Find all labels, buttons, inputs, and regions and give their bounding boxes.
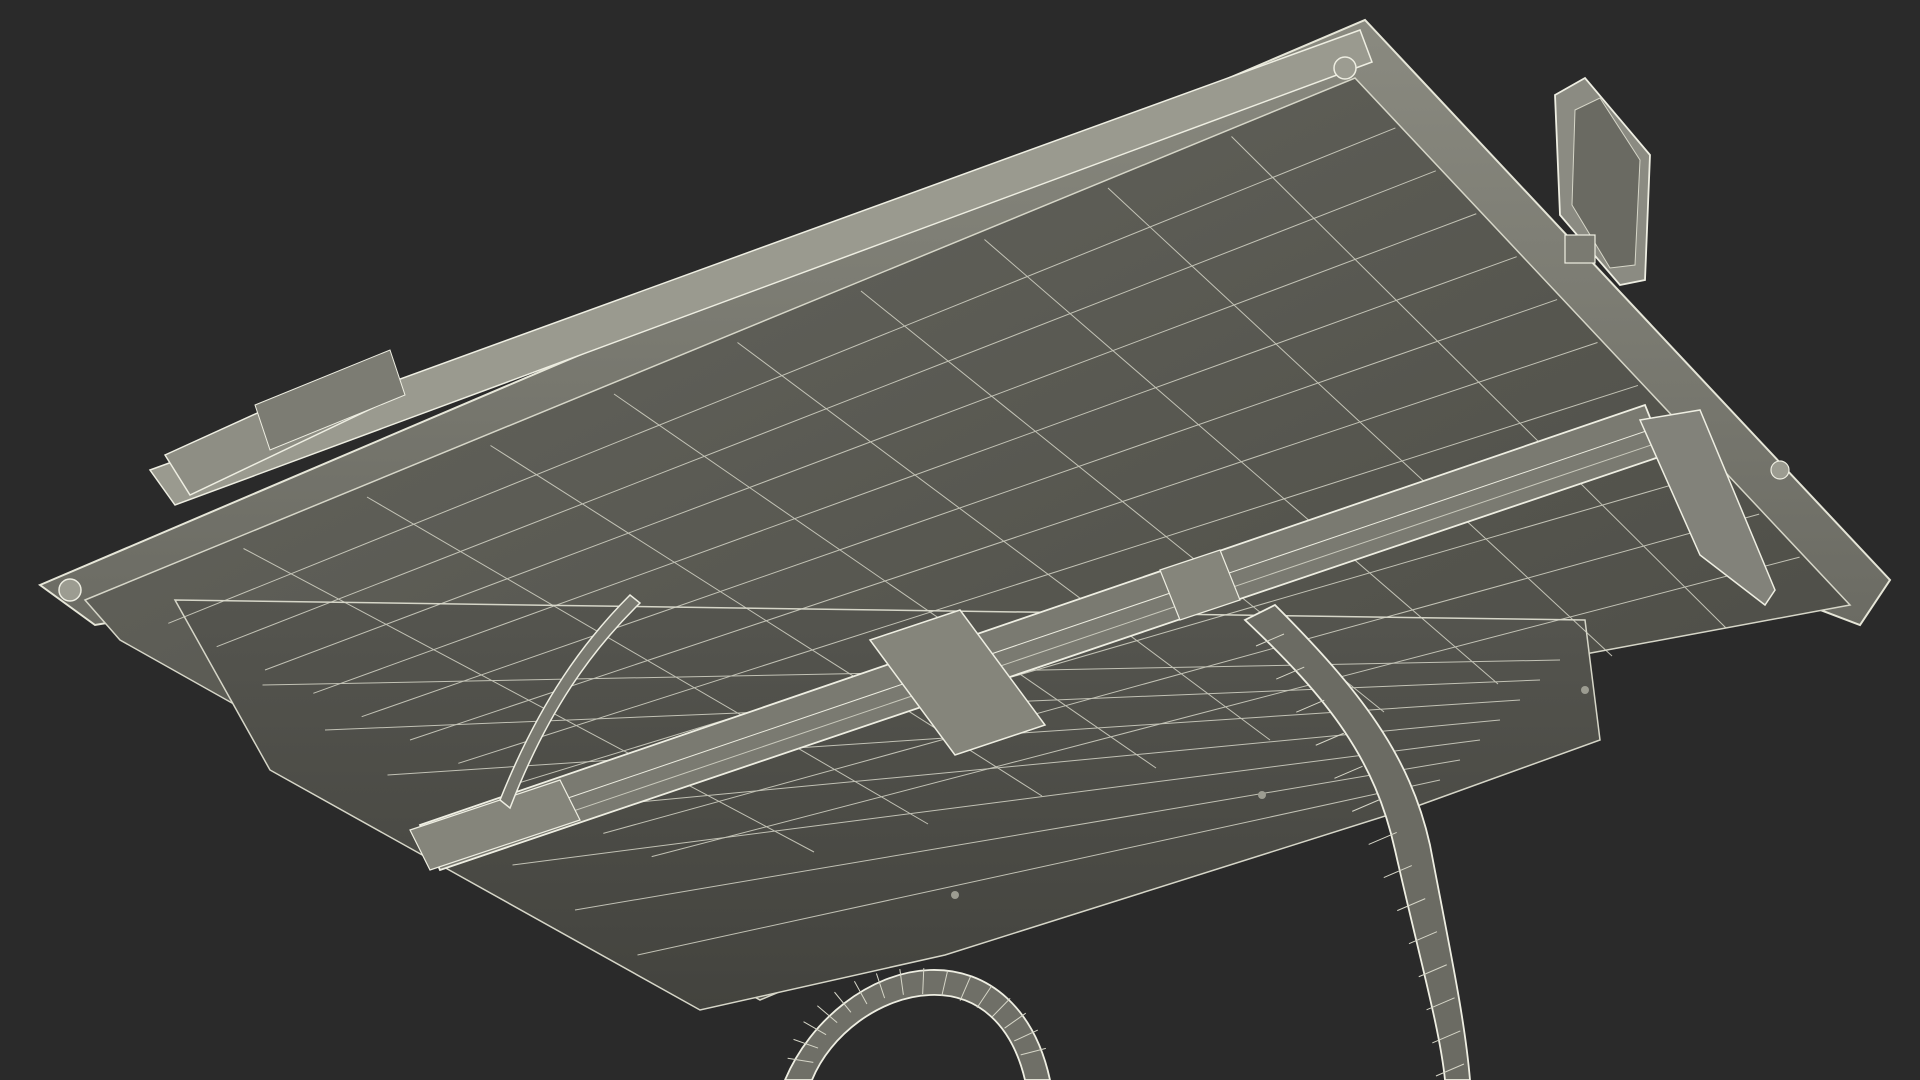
- bolt-top: [1333, 56, 1357, 80]
- screw-2: [1258, 791, 1266, 799]
- bolt-right: [1770, 460, 1790, 480]
- bolt-left: [58, 578, 82, 602]
- wireframe-render-viewport[interactable]: [0, 0, 1920, 1080]
- screw-3: [951, 891, 959, 899]
- screw-1: [1581, 686, 1589, 694]
- sensor-mount: [1564, 234, 1596, 264]
